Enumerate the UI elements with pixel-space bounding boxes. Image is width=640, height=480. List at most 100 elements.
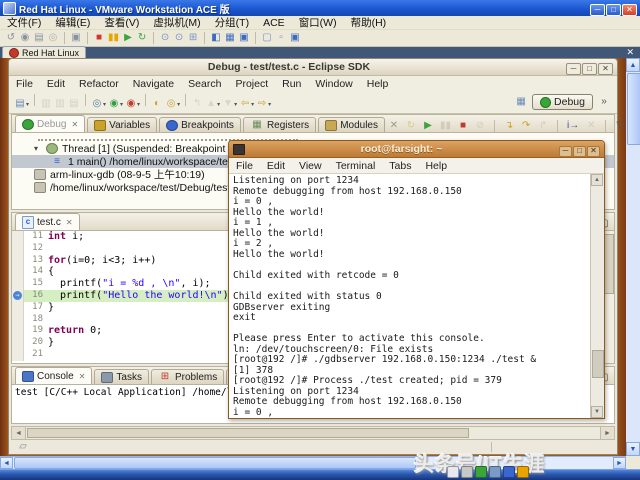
editor-gutter[interactable] — [12, 242, 24, 255]
tab-close-icon[interactable]: ✕ — [79, 372, 86, 381]
debug-view-tab-registers[interactable]: ▦ Registers — [242, 117, 317, 132]
expander-icon[interactable]: ▾ — [34, 144, 42, 153]
terminal-maximize-button[interactable]: □ — [573, 145, 586, 157]
debug-view-tab-modules[interactable]: Modules — [318, 117, 385, 132]
fullscreen-icon[interactable]: ▢ — [260, 32, 274, 44]
eclipse-menu-2[interactable]: Refactor — [72, 77, 126, 91]
eclipse-menu-6[interactable]: Run — [275, 77, 308, 91]
debug-view-tab-debug[interactable]: Debug ✕ — [15, 115, 86, 132]
skip-breakpoints-icon[interactable]: ◎ — [90, 98, 104, 110]
record-icon[interactable]: ◎ — [46, 32, 60, 44]
use-step-filters-icon[interactable]: ✕ — [584, 120, 598, 132]
eclipse-menu-3[interactable]: Navigate — [126, 77, 181, 91]
disconnect-icon[interactable]: ⊘ — [473, 120, 487, 132]
eclipse-minimize-button[interactable]: ─ — [566, 63, 581, 75]
eclipse-close-button[interactable]: ✕ — [598, 63, 613, 75]
console-tab-console[interactable]: Console ✕ — [15, 367, 93, 384]
eclipse-menu-8[interactable]: Help — [360, 77, 396, 91]
show-sidebar-icon[interactable]: ◧ — [209, 32, 223, 44]
eclipse-hscrollbar-thumb[interactable] — [27, 428, 469, 438]
terminate-icon[interactable]: ■ — [456, 120, 470, 132]
vmware-vscrollbar[interactable]: ▲ ▼ — [626, 58, 640, 456]
scroll-left-icon[interactable]: ◄ — [0, 457, 13, 469]
editor-gutter[interactable] — [12, 301, 24, 314]
scroll-left-icon[interactable]: ◄ — [12, 427, 26, 439]
save-all-icon[interactable]: ▥ — [53, 98, 67, 110]
editor-gutter[interactable] — [12, 313, 24, 326]
vmware-vscrollbar-thumb[interactable] — [627, 73, 640, 145]
editor-gutter[interactable]: → — [12, 289, 24, 302]
open-element-icon[interactable]: ◐ — [150, 98, 164, 110]
power-off-icon[interactable]: ■ — [92, 32, 106, 44]
tray-network-icon[interactable] — [503, 466, 515, 478]
run-launch-icon[interactable]: ◉ — [124, 98, 138, 110]
tab-close-icon[interactable]: ✕ — [66, 218, 73, 227]
movie-icon[interactable]: ⊞ — [186, 32, 200, 44]
unity-icon[interactable]: ▣ — [288, 32, 302, 44]
summary-view-icon[interactable]: ▦ — [223, 32, 237, 44]
settings-icon[interactable]: ▣ — [69, 32, 83, 44]
editor-gutter[interactable] — [12, 325, 24, 338]
terminal-close-button[interactable]: ✕ — [587, 145, 600, 157]
terminal-menu-2[interactable]: View — [292, 159, 329, 173]
vmware-minimize-button[interactable]: ─ — [590, 4, 605, 16]
quick-switch-icon[interactable]: ▫ — [274, 32, 288, 44]
tray-vm-icon[interactable] — [475, 466, 487, 478]
eclipse-menu-1[interactable]: Edit — [40, 77, 72, 91]
eclipse-hscrollbar-track[interactable] — [470, 427, 600, 439]
tray-volume-icon[interactable] — [489, 466, 501, 478]
vmware-menu-7[interactable]: 帮助(H) — [344, 14, 394, 31]
vmware-hscrollbar-thumb[interactable] — [14, 457, 416, 469]
tray-display-icon[interactable] — [461, 466, 473, 478]
remove-all-terminated-icon[interactable]: ✕ — [387, 120, 401, 132]
terminal-menu-3[interactable]: Terminal — [329, 159, 383, 173]
scroll-up-icon[interactable]: ▲ — [626, 58, 640, 72]
new-wizard-icon-dropdown[interactable]: ▾ — [26, 102, 29, 108]
tab-close-icon[interactable]: ✕ — [71, 120, 78, 129]
forward-icon-dropdown[interactable]: ▾ — [268, 102, 271, 108]
terminal-vscrollbar-thumb[interactable] — [592, 350, 604, 378]
eclipse-menu-4[interactable]: Search — [181, 77, 228, 91]
console-tab-tasks[interactable]: Tasks — [94, 369, 149, 384]
suspend-icon[interactable]: ▮▮ — [438, 120, 453, 132]
debug-launch-icon-dropdown[interactable]: ▾ — [120, 102, 123, 108]
scroll-down-icon[interactable]: ▼ — [591, 406, 603, 418]
save-icon[interactable]: ▥ — [39, 98, 53, 110]
toolbar-overflow-chevron-icon[interactable]: » — [597, 96, 611, 108]
search-icon[interactable]: ◎ — [164, 98, 178, 110]
tray-safely-remove-icon[interactable] — [447, 466, 459, 478]
console-tab-problems[interactable]: ⊞ Problems — [150, 369, 225, 384]
scroll-right-icon[interactable]: ► — [613, 457, 626, 469]
terminal-menu-1[interactable]: Edit — [260, 159, 292, 173]
vm-tab-close-icon[interactable]: ✕ — [626, 47, 634, 58]
new-wizard-icon[interactable]: ▤ — [13, 98, 27, 110]
debug-view-tab-variables[interactable]: Variables — [87, 117, 158, 132]
snapshot-manager-icon[interactable]: ▤ — [32, 32, 46, 44]
search-icon-dropdown[interactable]: ▾ — [177, 102, 180, 108]
scroll-right-icon[interactable]: ► — [600, 427, 614, 439]
vmware-menu-4[interactable]: 分组(T) — [208, 14, 256, 31]
restart-icon[interactable]: ↻ — [404, 120, 418, 132]
vmware-menu-1[interactable]: 编辑(E) — [48, 14, 97, 31]
eclipse-menu-7[interactable]: Window — [308, 77, 359, 91]
editor-gutter[interactable] — [12, 348, 24, 361]
instruction-stepping-icon[interactable]: i→ — [565, 120, 581, 132]
terminal-menu-0[interactable]: File — [229, 159, 260, 173]
terminal-menu-5[interactable]: Help — [418, 159, 454, 173]
editor-gutter[interactable] — [12, 254, 24, 267]
vmware-menu-3[interactable]: 虚拟机(M) — [146, 14, 207, 31]
back-icon[interactable]: ⇦ — [238, 98, 252, 110]
next-annotation-icon[interactable]: ▼ — [221, 98, 235, 110]
run-launch-icon-dropdown[interactable]: ▾ — [137, 102, 140, 108]
vmware-menu-2[interactable]: 查看(V) — [97, 14, 146, 31]
skip-breakpoints-icon-dropdown[interactable]: ▾ — [103, 102, 106, 108]
editor-gutter[interactable] — [12, 231, 24, 243]
eclipse-hscrollbar[interactable]: ◄ ► — [11, 426, 615, 440]
debug-launch-icon[interactable]: ◉ — [107, 98, 121, 110]
capture-icon[interactable]: ⊙ — [172, 32, 186, 44]
terminal-minimize-button[interactable]: ─ — [559, 145, 572, 157]
editor-gutter[interactable] — [12, 266, 24, 279]
scroll-up-icon[interactable]: ▲ — [591, 174, 603, 186]
eclipse-menu-5[interactable]: Project — [228, 77, 275, 91]
step-return-icon[interactable]: ↱ — [536, 120, 550, 132]
